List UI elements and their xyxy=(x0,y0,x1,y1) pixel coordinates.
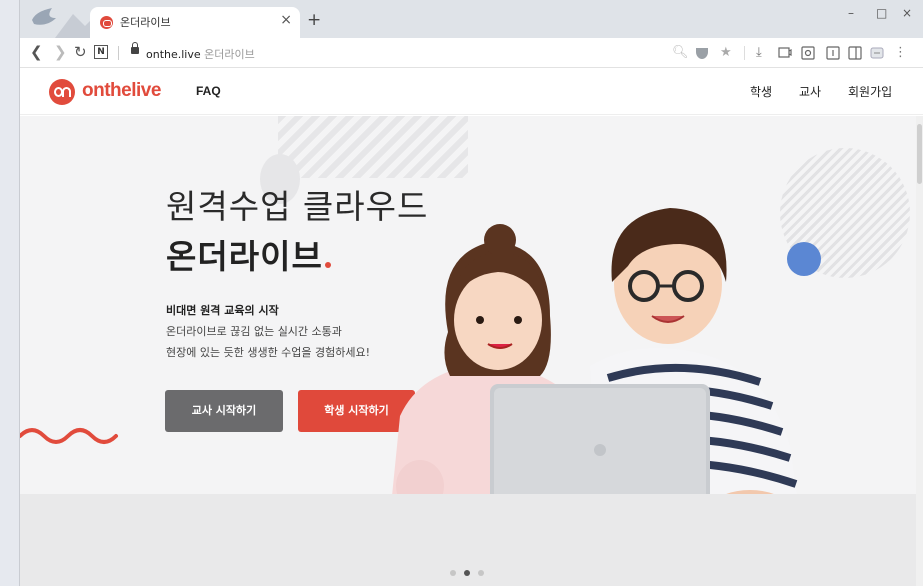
zoom-icon[interactable]: 🔍︎ xyxy=(672,45,689,60)
desktop-edge xyxy=(0,0,19,586)
reload-icon[interactable]: ↻ xyxy=(74,43,87,61)
address-bar: ❮ ❯ ↻ N onthe.live 온더라이브 🔍︎ ★ ⤓ ⋮ xyxy=(20,38,923,68)
tab-active[interactable]: 온더라이브 × xyxy=(90,7,300,38)
onthelive-favicon-icon xyxy=(100,16,113,29)
back-icon[interactable]: ❮ xyxy=(30,43,43,61)
tab-close-icon[interactable]: × xyxy=(280,12,292,28)
hero-headline-line2: 온더라이브 xyxy=(166,230,331,278)
headline-dot xyxy=(324,262,331,268)
pocket-icon[interactable] xyxy=(695,46,709,60)
maximize-button[interactable]: □ xyxy=(876,6,887,20)
screenshot-icon[interactable] xyxy=(801,46,815,60)
browser-frame: 온더라이브 × + – □ × ❮ ❯ ↻ N onthe.live 온더라이브… xyxy=(19,0,923,586)
carousel-dot-1[interactable] xyxy=(450,570,456,576)
page-scrollbar[interactable] xyxy=(916,116,923,586)
reader-icon[interactable] xyxy=(826,46,840,60)
n-extension-icon[interactable]: N xyxy=(94,45,108,59)
extension-icon[interactable] xyxy=(870,47,884,59)
url-site-name: 온더라이브 xyxy=(204,48,255,61)
decorative-stripes xyxy=(278,116,468,178)
hero-footer-band xyxy=(20,494,923,586)
browser-window: 온더라이브 × + – □ × ❮ ❯ ↻ N onthe.live 온더라이브… xyxy=(0,0,923,586)
hero-subtitle: 비대면 원격 교육의 시작 xyxy=(166,304,279,317)
url-domain: onthe.live xyxy=(146,48,201,61)
new-tab-button[interactable]: + xyxy=(307,10,321,30)
carousel-dot-3[interactable] xyxy=(478,570,484,576)
logo-text[interactable]: onthelive xyxy=(82,80,161,102)
nav-faq[interactable]: FAQ xyxy=(196,84,221,98)
tab-title: 온더라이브 xyxy=(120,16,171,29)
nav-signup[interactable]: 회원가입 xyxy=(848,83,892,100)
menu-kebab-icon[interactable]: ⋮ xyxy=(894,45,907,60)
separator xyxy=(118,46,119,60)
kids-laptop-illustration xyxy=(392,208,798,494)
sidebar-icon[interactable] xyxy=(848,46,862,60)
nav-student[interactable]: 학생 xyxy=(750,83,772,100)
teacher-start-button[interactable]: 교사 시작하기 xyxy=(165,390,283,432)
cast-icon[interactable] xyxy=(778,47,792,59)
hero-description-line2: 현장에 있는 듯한 생생한 수업을 경험하세요! xyxy=(166,346,371,359)
decorative-wave xyxy=(20,428,118,444)
site-header: onthelive FAQ 학생 교사 회원가입 xyxy=(20,69,923,115)
onthelive-logo-icon[interactable] xyxy=(49,79,75,105)
download-icon[interactable]: ⤓ xyxy=(756,45,762,60)
nav-teacher[interactable]: 교사 xyxy=(799,83,821,100)
hero-description-line1: 온더라이브로 끊김 없는 실시간 소통과 xyxy=(166,325,342,338)
hero-section: 원격수업 클라우드 온더라이브 비대면 원격 교육의 시작 온더라이브로 끊김 … xyxy=(20,116,923,494)
hero-headline-brand: 온더라이브 xyxy=(166,237,323,276)
url-field[interactable]: onthe.live 온더라이브 xyxy=(146,46,255,62)
close-window-button[interactable]: × xyxy=(902,6,912,20)
forward-icon[interactable]: ❯ xyxy=(54,43,67,61)
tab-strip: 온더라이브 × + – □ × xyxy=(20,0,923,38)
scrollbar-thumb[interactable] xyxy=(917,124,922,184)
carousel-dot-2-active[interactable] xyxy=(464,570,470,576)
separator xyxy=(744,46,745,60)
lock-icon[interactable] xyxy=(131,42,139,54)
minimize-button[interactable]: – xyxy=(848,6,854,20)
star-icon[interactable]: ★ xyxy=(720,45,732,60)
